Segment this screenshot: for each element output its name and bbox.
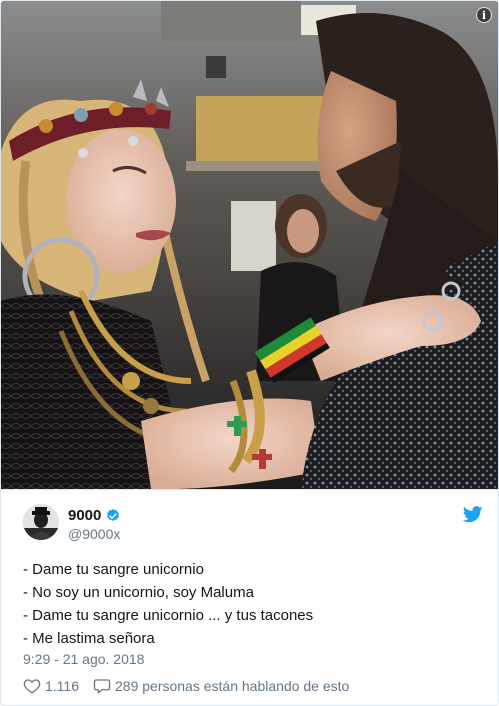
avatar-image — [23, 504, 59, 540]
tweet-actions: 1.116 289 personas están hablando de est… — [23, 677, 363, 695]
twitter-bird-icon[interactable] — [463, 506, 483, 523]
tweet-timestamp[interactable]: 9:29 - 21 ago. 2018 — [23, 651, 144, 667]
tweet-photo[interactable]: i — [1, 1, 498, 489]
reply-text: 289 personas están hablando de esto — [115, 678, 350, 694]
photo-illustration — [1, 1, 498, 489]
tweet-line: - Me lastima señora — [23, 630, 155, 647]
display-name[interactable]: 9000 — [68, 507, 101, 524]
like-button[interactable]: 1.116 — [23, 677, 79, 695]
tweet-text: - Dame tu sangre unicornio - No soy un u… — [23, 558, 478, 650]
heart-icon — [23, 679, 41, 694]
name-row: 9000 — [68, 507, 121, 524]
avatar[interactable] — [23, 504, 59, 540]
reply-button[interactable]: 289 personas están hablando de esto — [93, 677, 349, 695]
tweet-line: - Dame tu sangre unicornio — [23, 561, 204, 578]
tweet-line: - No soy un unicornio, soy Maluma — [23, 584, 254, 601]
divider — [1, 489, 498, 490]
tweet-card[interactable]: i 9000 @9000x - Dame tu sangre unicornio… — [0, 0, 499, 706]
like-count: 1.116 — [45, 678, 79, 694]
info-icon[interactable]: i — [476, 7, 492, 23]
tweet-line: - Dame tu sangre unicornio ... y tus tac… — [23, 607, 314, 624]
verified-badge-icon — [107, 508, 120, 521]
tweet-header: 9000 @9000x — [23, 504, 483, 544]
speech-bubble-icon — [93, 679, 111, 694]
handle[interactable]: @9000x — [68, 526, 120, 542]
